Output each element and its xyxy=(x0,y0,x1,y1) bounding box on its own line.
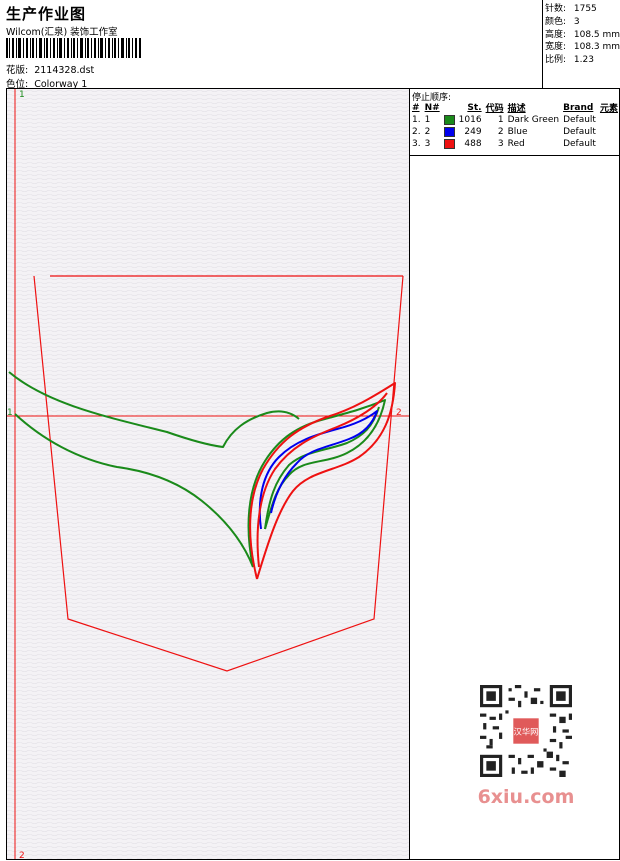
row-desc: Blue xyxy=(507,127,528,137)
height-label: 高度: xyxy=(545,29,567,40)
stitches-value: 1755 xyxy=(573,4,597,14)
design-file-value: 2114328.dst xyxy=(34,65,95,76)
row-swatch xyxy=(442,138,457,150)
row-element xyxy=(598,126,620,138)
col-stitches-header: St. xyxy=(467,102,482,113)
table-divider xyxy=(410,155,619,156)
fabric-background xyxy=(7,89,409,859)
row-code: 2 xyxy=(497,127,504,137)
row-brand: Default xyxy=(563,115,596,125)
col-brand-header: Brand xyxy=(563,102,594,113)
row-stitches: 488 xyxy=(464,139,482,149)
col-element-header: 元素 xyxy=(599,104,618,114)
design-info-box: 针数: 1755 颜色: 3 高度: 108.5 mm 宽度: 108.3 mm… xyxy=(542,0,620,88)
row-needle: 1 xyxy=(424,115,431,125)
width-label: 宽度: xyxy=(545,42,567,53)
page-title: 生产作业图 xyxy=(6,5,87,23)
barcode xyxy=(6,38,141,58)
colors-value: 3 xyxy=(573,16,580,27)
row-index: 1. xyxy=(412,115,421,125)
header: 生产作业图 Wilcom(汇泉) 装饰工作室 花版: 2114328.dst 色位… xyxy=(0,0,620,90)
stitches-label: 针数: xyxy=(545,4,567,14)
row-needle: 3 xyxy=(424,139,431,149)
marker-1-top: 1 xyxy=(19,90,25,100)
design-label: 花版: xyxy=(6,65,29,76)
col-swatch-header xyxy=(442,101,457,114)
marker-1-left: 1 xyxy=(7,408,13,418)
design-file-row: 花版: 2114328.dst xyxy=(6,62,94,76)
row-code: 1 xyxy=(497,115,504,125)
scale-value: 1.23 xyxy=(573,55,594,66)
marker-2-right: 2 xyxy=(396,408,402,418)
table-row[interactable]: 3. 3 488 3 Red Default xyxy=(410,138,620,150)
col-desc-header: 描述 xyxy=(507,104,526,114)
colors-label: 颜色: xyxy=(545,16,567,27)
row-desc: Dark Green xyxy=(507,115,560,125)
row-stitches: 249 xyxy=(464,127,482,137)
color-swatch-green xyxy=(443,114,455,125)
width-row: 宽度: 108.3 mm xyxy=(543,41,620,54)
col-needle-header: N# xyxy=(424,102,440,113)
height-row: 高度: 108.5 mm xyxy=(543,29,620,42)
row-brand: Default xyxy=(563,139,596,149)
height-value: 108.5 mm xyxy=(573,29,620,40)
col-index-header: # xyxy=(412,102,420,113)
width-value: 108.3 mm xyxy=(573,42,620,53)
row-element xyxy=(598,114,620,126)
row-swatch xyxy=(442,114,457,126)
color-swatch-red xyxy=(443,138,455,149)
row-index: 2. xyxy=(412,127,421,137)
row-needle: 2 xyxy=(424,127,431,137)
table-header-row: # N# St. 代码 描述 Brand 元素 xyxy=(410,101,620,115)
row-swatch xyxy=(442,126,457,138)
col-code-header: 代码 xyxy=(485,104,504,114)
stop-sequence-table: # N# St. 代码 描述 Brand 元素 1. 1 1016 1 Dark… xyxy=(410,101,620,150)
design-canvas[interactable]: 1 1 2 2 xyxy=(6,88,410,860)
watermark: 汉华网 6xiu.com xyxy=(470,680,582,815)
row-index: 3. xyxy=(412,139,421,149)
color-swatch-blue xyxy=(443,126,455,137)
row-brand: Default xyxy=(563,127,596,137)
watermark-text: 6xiu.com xyxy=(477,786,575,808)
qr-code-icon: 汉华网 xyxy=(480,685,572,777)
qr-badge-text: 汉华网 xyxy=(514,726,539,736)
row-stitches: 1016 xyxy=(458,115,482,125)
scale-label: 比例: xyxy=(545,55,567,66)
row-element xyxy=(598,138,620,150)
row-code: 3 xyxy=(497,139,504,149)
company-name: Wilcom(汇泉) 装饰工作室 xyxy=(6,27,118,38)
row-desc: Red xyxy=(507,139,525,149)
stitches-row: 针数: 1755 xyxy=(543,3,620,16)
table-row[interactable]: 1. 1 1016 1 Dark Green Default xyxy=(410,114,620,126)
table-row[interactable]: 2. 2 249 2 Blue Default xyxy=(410,126,620,138)
scale-row: 比例: 1.23 xyxy=(543,54,620,67)
marker-2-bottom: 2 xyxy=(19,851,25,860)
design-drawing: 1 1 2 2 xyxy=(7,89,409,860)
colors-row: 颜色: 3 xyxy=(543,16,620,29)
